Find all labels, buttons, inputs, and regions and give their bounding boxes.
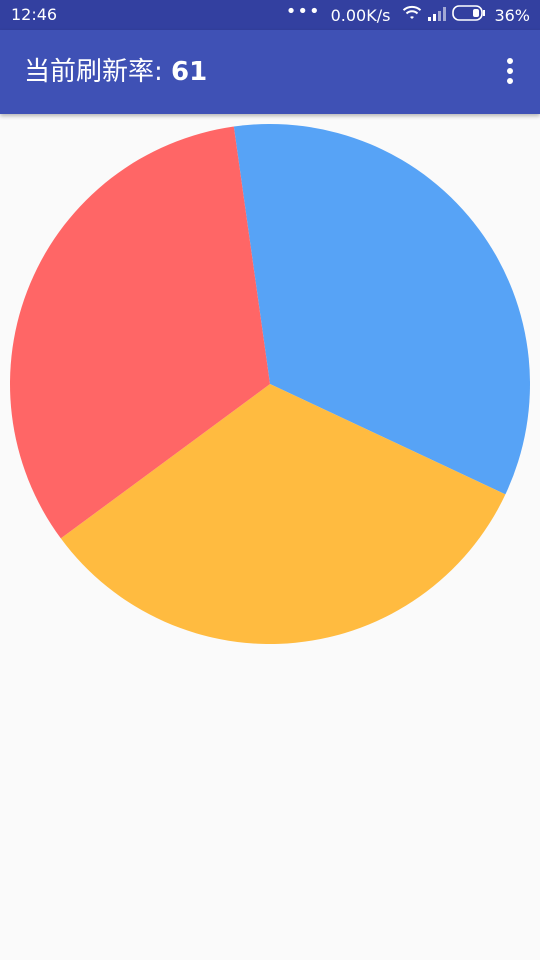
status-indicators: ••• 0.00K/s 36% bbox=[286, 1, 530, 25]
status-bar: 12:46 ••• 0.00K/s 36% bbox=[0, 0, 540, 30]
signal-icon bbox=[428, 6, 447, 25]
network-speed: 0.00K/s bbox=[330, 5, 391, 25]
status-time: 12:46 bbox=[11, 5, 58, 24]
refresh-rate-label: 当前刷新率: bbox=[24, 57, 172, 87]
battery-percentage: 36% bbox=[494, 5, 530, 25]
page-title: 当前刷新率: 61 bbox=[24, 56, 207, 88]
pie-chart-area bbox=[0, 114, 540, 654]
battery-icon bbox=[452, 5, 486, 25]
app-bar: 当前刷新率: 61 bbox=[0, 30, 540, 114]
overflow-menu-icon[interactable] bbox=[506, 58, 514, 86]
pie-chart bbox=[9, 123, 530, 644]
status-dots: ••• bbox=[285, 0, 321, 22]
wifi-icon bbox=[402, 5, 422, 25]
refresh-rate-value: 61 bbox=[171, 57, 208, 87]
